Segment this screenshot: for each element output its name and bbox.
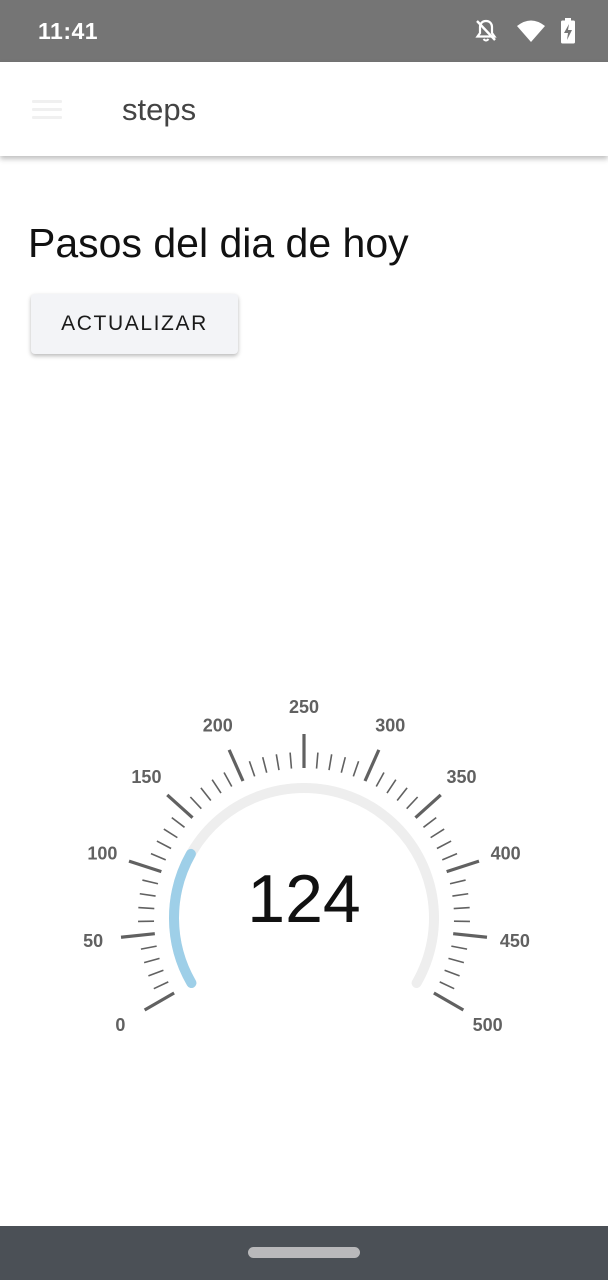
gauge-minor-tick: [430, 828, 445, 839]
gauge-minor-tick: [439, 981, 455, 990]
refresh-button[interactable]: ACTUALIZAR: [31, 294, 238, 354]
gauge-major-tick: [227, 749, 245, 782]
gauge-minor-tick: [142, 879, 159, 885]
gauge-minor-tick: [156, 840, 172, 850]
gauge-minor-tick: [248, 760, 256, 777]
gauge-tick-label: 0: [115, 1015, 125, 1035]
gauge-tick-label: 50: [83, 931, 103, 951]
gauge-tick-label: 150: [131, 767, 161, 787]
gauge-minor-tick: [150, 852, 167, 861]
gauge-minor-tick: [406, 796, 419, 810]
gauge-minor-tick: [171, 817, 186, 828]
gauge-minor-tick: [289, 752, 293, 769]
navigation-bar: [0, 1226, 608, 1280]
gauge-major-tick: [143, 991, 175, 1012]
gauge-major-tick: [446, 859, 480, 874]
gauge-tick-label: 500: [473, 1015, 503, 1035]
gauge-major-tick: [120, 932, 155, 939]
gauge-minor-tick: [153, 981, 169, 990]
gauge-minor-tick: [275, 754, 280, 771]
gauge-tick-label: 250: [289, 697, 319, 717]
gauge-minor-tick: [223, 772, 233, 787]
page-title: Pasos del dia de hoy: [28, 220, 409, 266]
gauge-minor-tick: [444, 969, 460, 977]
gauge-tick-label: 100: [87, 843, 117, 863]
gauge-major-tick: [433, 991, 465, 1012]
gauge-minor-tick: [261, 757, 268, 773]
gauge-minor-tick: [436, 840, 452, 850]
gauge-minor-tick: [328, 754, 333, 771]
gauge-minor-tick: [375, 772, 385, 787]
gauge-minor-tick: [139, 892, 156, 897]
status-time: 11:41: [38, 18, 99, 44]
gauge-minor-tick: [422, 817, 437, 828]
menu-icon[interactable]: [30, 98, 64, 122]
gauge-minor-tick: [396, 787, 408, 801]
status-bar: 11:41: [0, 0, 608, 62]
wifi-icon: [517, 20, 545, 42]
app-bar: steps: [0, 62, 608, 156]
gauge-progress-arc: [169, 848, 197, 988]
gauge-minor-tick: [189, 796, 202, 810]
battery-charging-icon: [561, 18, 575, 44]
gauge-minor-tick: [211, 779, 222, 794]
gauge-minor-tick: [448, 957, 465, 964]
gauge-minor-tick: [148, 969, 164, 977]
gauge-tick-label: 350: [447, 767, 477, 787]
gauge-major-tick: [363, 749, 381, 782]
gauge-major-tick: [453, 932, 488, 939]
gauge-minor-tick: [441, 852, 458, 861]
gauge-minor-tick: [143, 957, 160, 964]
gauge-minor-tick: [340, 757, 347, 773]
gauge-minor-tick: [315, 752, 319, 769]
gauge-minor-tick: [140, 945, 157, 950]
steps-gauge: 0 50 100 150 200 250 300 350 400 450 500 124: [83, 697, 530, 1035]
gauge-minor-tick: [163, 828, 178, 839]
gauge-tick-label: 300: [375, 715, 405, 735]
gauge-minor-tick: [449, 879, 466, 885]
gauge-major-tick: [128, 859, 162, 874]
gauge-minor-tick: [452, 892, 469, 897]
gauge-minor-tick: [451, 945, 468, 950]
gauge-tick-label: 200: [203, 715, 233, 735]
gauge-major-tick: [166, 793, 194, 819]
gauge-tick-label: 400: [491, 843, 521, 863]
gauge-major-tick: [414, 793, 442, 819]
gauge-minor-tick: [453, 906, 470, 910]
gauge-tick-label: 450: [500, 931, 530, 951]
gauge-minor-tick: [386, 779, 397, 794]
gauge-minor-tick: [138, 906, 155, 910]
home-handle[interactable]: [248, 1247, 360, 1258]
gauge-value: 124: [247, 861, 360, 937]
gauge-minor-tick: [200, 787, 212, 801]
app-title: steps: [122, 92, 197, 127]
notifications-off-icon: [475, 19, 497, 42]
gauge-minor-tick: [352, 760, 360, 777]
